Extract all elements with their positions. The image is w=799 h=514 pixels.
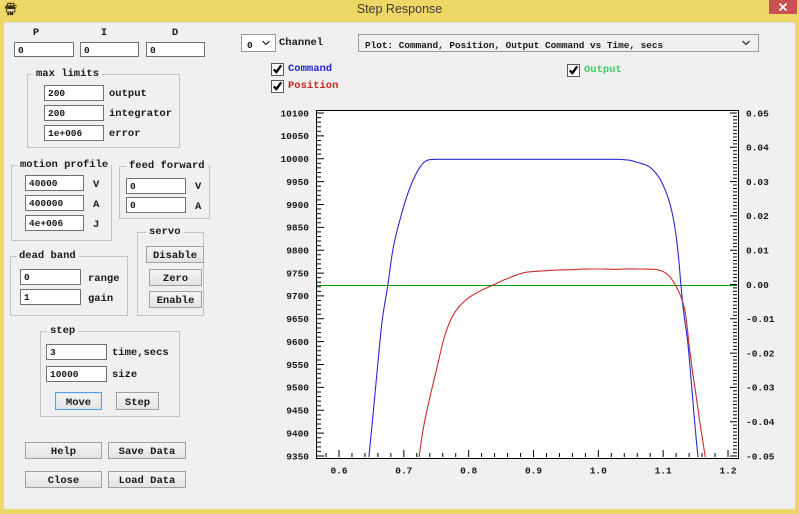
- svg-text:9950: 9950: [286, 177, 309, 188]
- svg-text:0.01: 0.01: [746, 246, 769, 257]
- svg-text:-0.01: -0.01: [746, 314, 775, 325]
- svg-text:0.9: 0.9: [525, 466, 542, 477]
- svg-text:0.7: 0.7: [395, 466, 412, 477]
- svg-text:9600: 9600: [286, 337, 309, 348]
- svg-text:1.0: 1.0: [590, 466, 607, 477]
- svg-text:0.05: 0.05: [746, 108, 769, 119]
- svg-text:1.1: 1.1: [655, 466, 672, 477]
- svg-text:0.02: 0.02: [746, 211, 769, 222]
- svg-text:9900: 9900: [286, 200, 309, 211]
- svg-text:-0.02: -0.02: [746, 348, 775, 359]
- svg-text:-0.03: -0.03: [746, 383, 775, 394]
- svg-text:10100: 10100: [280, 108, 309, 119]
- svg-text:0.8: 0.8: [460, 466, 477, 477]
- svg-text:9850: 9850: [286, 223, 309, 234]
- svg-text:-0.05: -0.05: [746, 451, 775, 462]
- svg-text:9800: 9800: [286, 246, 309, 257]
- svg-text:-0.04: -0.04: [746, 417, 775, 428]
- svg-text:0.6: 0.6: [330, 466, 347, 477]
- svg-text:1.2: 1.2: [719, 466, 736, 477]
- svg-text:9700: 9700: [286, 291, 309, 302]
- svg-text:0.03: 0.03: [746, 177, 769, 188]
- svg-text:9550: 9550: [286, 360, 309, 371]
- svg-text:9400: 9400: [286, 428, 309, 439]
- svg-text:9350: 9350: [286, 451, 309, 462]
- svg-text:10000: 10000: [280, 154, 309, 165]
- svg-text:9450: 9450: [286, 406, 309, 417]
- svg-text:9500: 9500: [286, 383, 309, 394]
- svg-text:0.04: 0.04: [746, 143, 769, 154]
- svg-text:9650: 9650: [286, 314, 309, 325]
- svg-text:10050: 10050: [280, 131, 309, 142]
- svg-text:0.00: 0.00: [746, 280, 769, 291]
- svg-text:9750: 9750: [286, 268, 309, 279]
